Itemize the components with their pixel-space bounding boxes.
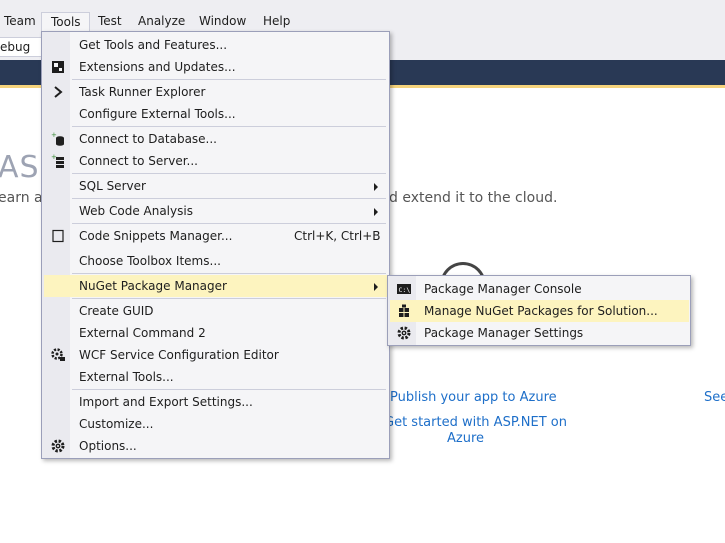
console-icon: C:\ (396, 281, 412, 297)
menu-item-import-export-settings[interactable]: Import and Export Settings... (44, 391, 388, 413)
nuget-submenu: C:\ Package Manager Console Manage NuGet… (387, 275, 691, 346)
menu-separator (72, 273, 386, 274)
get-started-azure-link-line2[interactable]: Azure (447, 431, 484, 446)
menu-separator (72, 298, 386, 299)
see-link[interactable]: See (704, 390, 725, 405)
submenu-arrow-icon (374, 183, 378, 191)
menu-item-package-manager-console[interactable]: C:\ Package Manager Console (390, 278, 689, 300)
menu-item-wcf-service-config[interactable]: WCF Service Configuration Editor (44, 344, 388, 366)
wcf-gear-icon (50, 347, 66, 363)
menu-item-label: Web Code Analysis (79, 204, 193, 218)
menu-item-get-tools[interactable]: Get Tools and Features... (44, 34, 388, 56)
menu-item-nuget-package-manager[interactable]: NuGet Package Manager (44, 275, 388, 297)
menu-item-configure-external-tools[interactable]: Configure External Tools... (44, 103, 388, 125)
menu-item-label: Extensions and Updates... (79, 60, 236, 74)
menu-item-label: Customize... (79, 417, 154, 431)
extensions-icon (50, 59, 66, 75)
menu-item-label: Code Snippets Manager... (79, 229, 233, 243)
menu-help[interactable]: Help (263, 13, 290, 29)
menu-separator (72, 126, 386, 127)
publish-to-azure-link[interactable]: Publish your app to Azure (390, 390, 557, 405)
menu-item-external-command-2[interactable]: External Command 2 (44, 322, 388, 344)
menu-item-extensions[interactable]: Extensions and Updates... (44, 56, 388, 78)
menu-item-label: Task Runner Explorer (79, 85, 206, 99)
menu-item-choose-toolbox[interactable]: Choose Toolbox Items... (44, 250, 388, 272)
menu-item-connect-server[interactable]: + Connect to Server... (44, 150, 388, 172)
chevron-right-icon (50, 84, 66, 100)
menu-item-options[interactable]: Options... (44, 435, 388, 457)
menu-separator (72, 173, 386, 174)
menu-item-label: Connect to Database... (79, 132, 217, 146)
menu-separator (72, 389, 386, 390)
menu-item-connect-database[interactable]: + Connect to Database... (44, 128, 388, 150)
menu-item-label: Import and Export Settings... (79, 395, 253, 409)
menu-item-label: WCF Service Configuration Editor (79, 348, 279, 362)
submenu-arrow-icon (374, 283, 378, 291)
menu-item-label: NuGet Package Manager (79, 279, 227, 293)
menu-item-create-guid[interactable]: Create GUID (44, 300, 388, 322)
tools-menu: Get Tools and Features... Extensions and… (41, 31, 390, 459)
menu-item-manage-nuget-packages[interactable]: Manage NuGet Packages for Solution... (390, 300, 689, 322)
menu-test[interactable]: Test (98, 13, 122, 29)
menu-item-label: Get Tools and Features... (79, 38, 228, 52)
menu-separator (72, 79, 386, 80)
menu-item-label: External Tools... (79, 370, 174, 384)
menu-separator (72, 223, 386, 224)
menu-item-label: Manage NuGet Packages for Solution... (424, 304, 658, 318)
menu-item-web-code-analysis[interactable]: Web Code Analysis (44, 200, 388, 222)
menu-item-task-runner[interactable]: Task Runner Explorer (44, 81, 388, 103)
menu-item-label: Options... (79, 439, 137, 453)
menu-item-label: Package Manager Settings (424, 326, 584, 340)
gear-icon (396, 325, 412, 341)
submenu-arrow-icon (374, 208, 378, 216)
start-page-subtitle-right: d extend it to the cloud. (389, 190, 558, 206)
menu-item-shortcut: Ctrl+K, Ctrl+B (294, 229, 381, 243)
checkbox-icon (50, 228, 66, 244)
database-icon: + (50, 131, 66, 147)
get-started-azure-link[interactable]: Get started with ASP.NET on (384, 415, 567, 430)
solution-configuration-combo[interactable]: ebug (0, 37, 42, 57)
menu-analyze[interactable]: Analyze (138, 13, 185, 29)
menu-item-label: External Command 2 (79, 326, 206, 340)
menu-item-label: Connect to Server... (79, 154, 198, 168)
menu-item-label: SQL Server (79, 179, 146, 193)
menu-item-label: Choose Toolbox Items... (79, 254, 221, 268)
menu-window[interactable]: Window (199, 13, 246, 29)
server-icon: + (50, 153, 66, 169)
menu-bar: Team Tools Test Analyze Window Help (0, 0, 725, 33)
menu-item-label: Package Manager Console (424, 282, 582, 296)
package-icon (396, 303, 412, 319)
menu-item-code-snippets[interactable]: Code Snippets Manager... Ctrl+K, Ctrl+B (44, 225, 388, 247)
menu-item-label: Create GUID (79, 304, 154, 318)
menu-separator (72, 198, 386, 199)
menu-team[interactable]: Team (4, 13, 36, 29)
menu-item-external-tools[interactable]: External Tools... (44, 366, 388, 388)
svg-text:C:\: C:\ (399, 286, 411, 294)
menu-item-sql-server[interactable]: SQL Server (44, 175, 388, 197)
menu-item-package-manager-settings[interactable]: Package Manager Settings (390, 322, 689, 344)
gear-icon (50, 438, 66, 454)
menu-item-customize[interactable]: Customize... (44, 413, 388, 435)
menu-item-label: Configure External Tools... (79, 107, 236, 121)
menu-tools[interactable]: Tools (41, 12, 90, 33)
